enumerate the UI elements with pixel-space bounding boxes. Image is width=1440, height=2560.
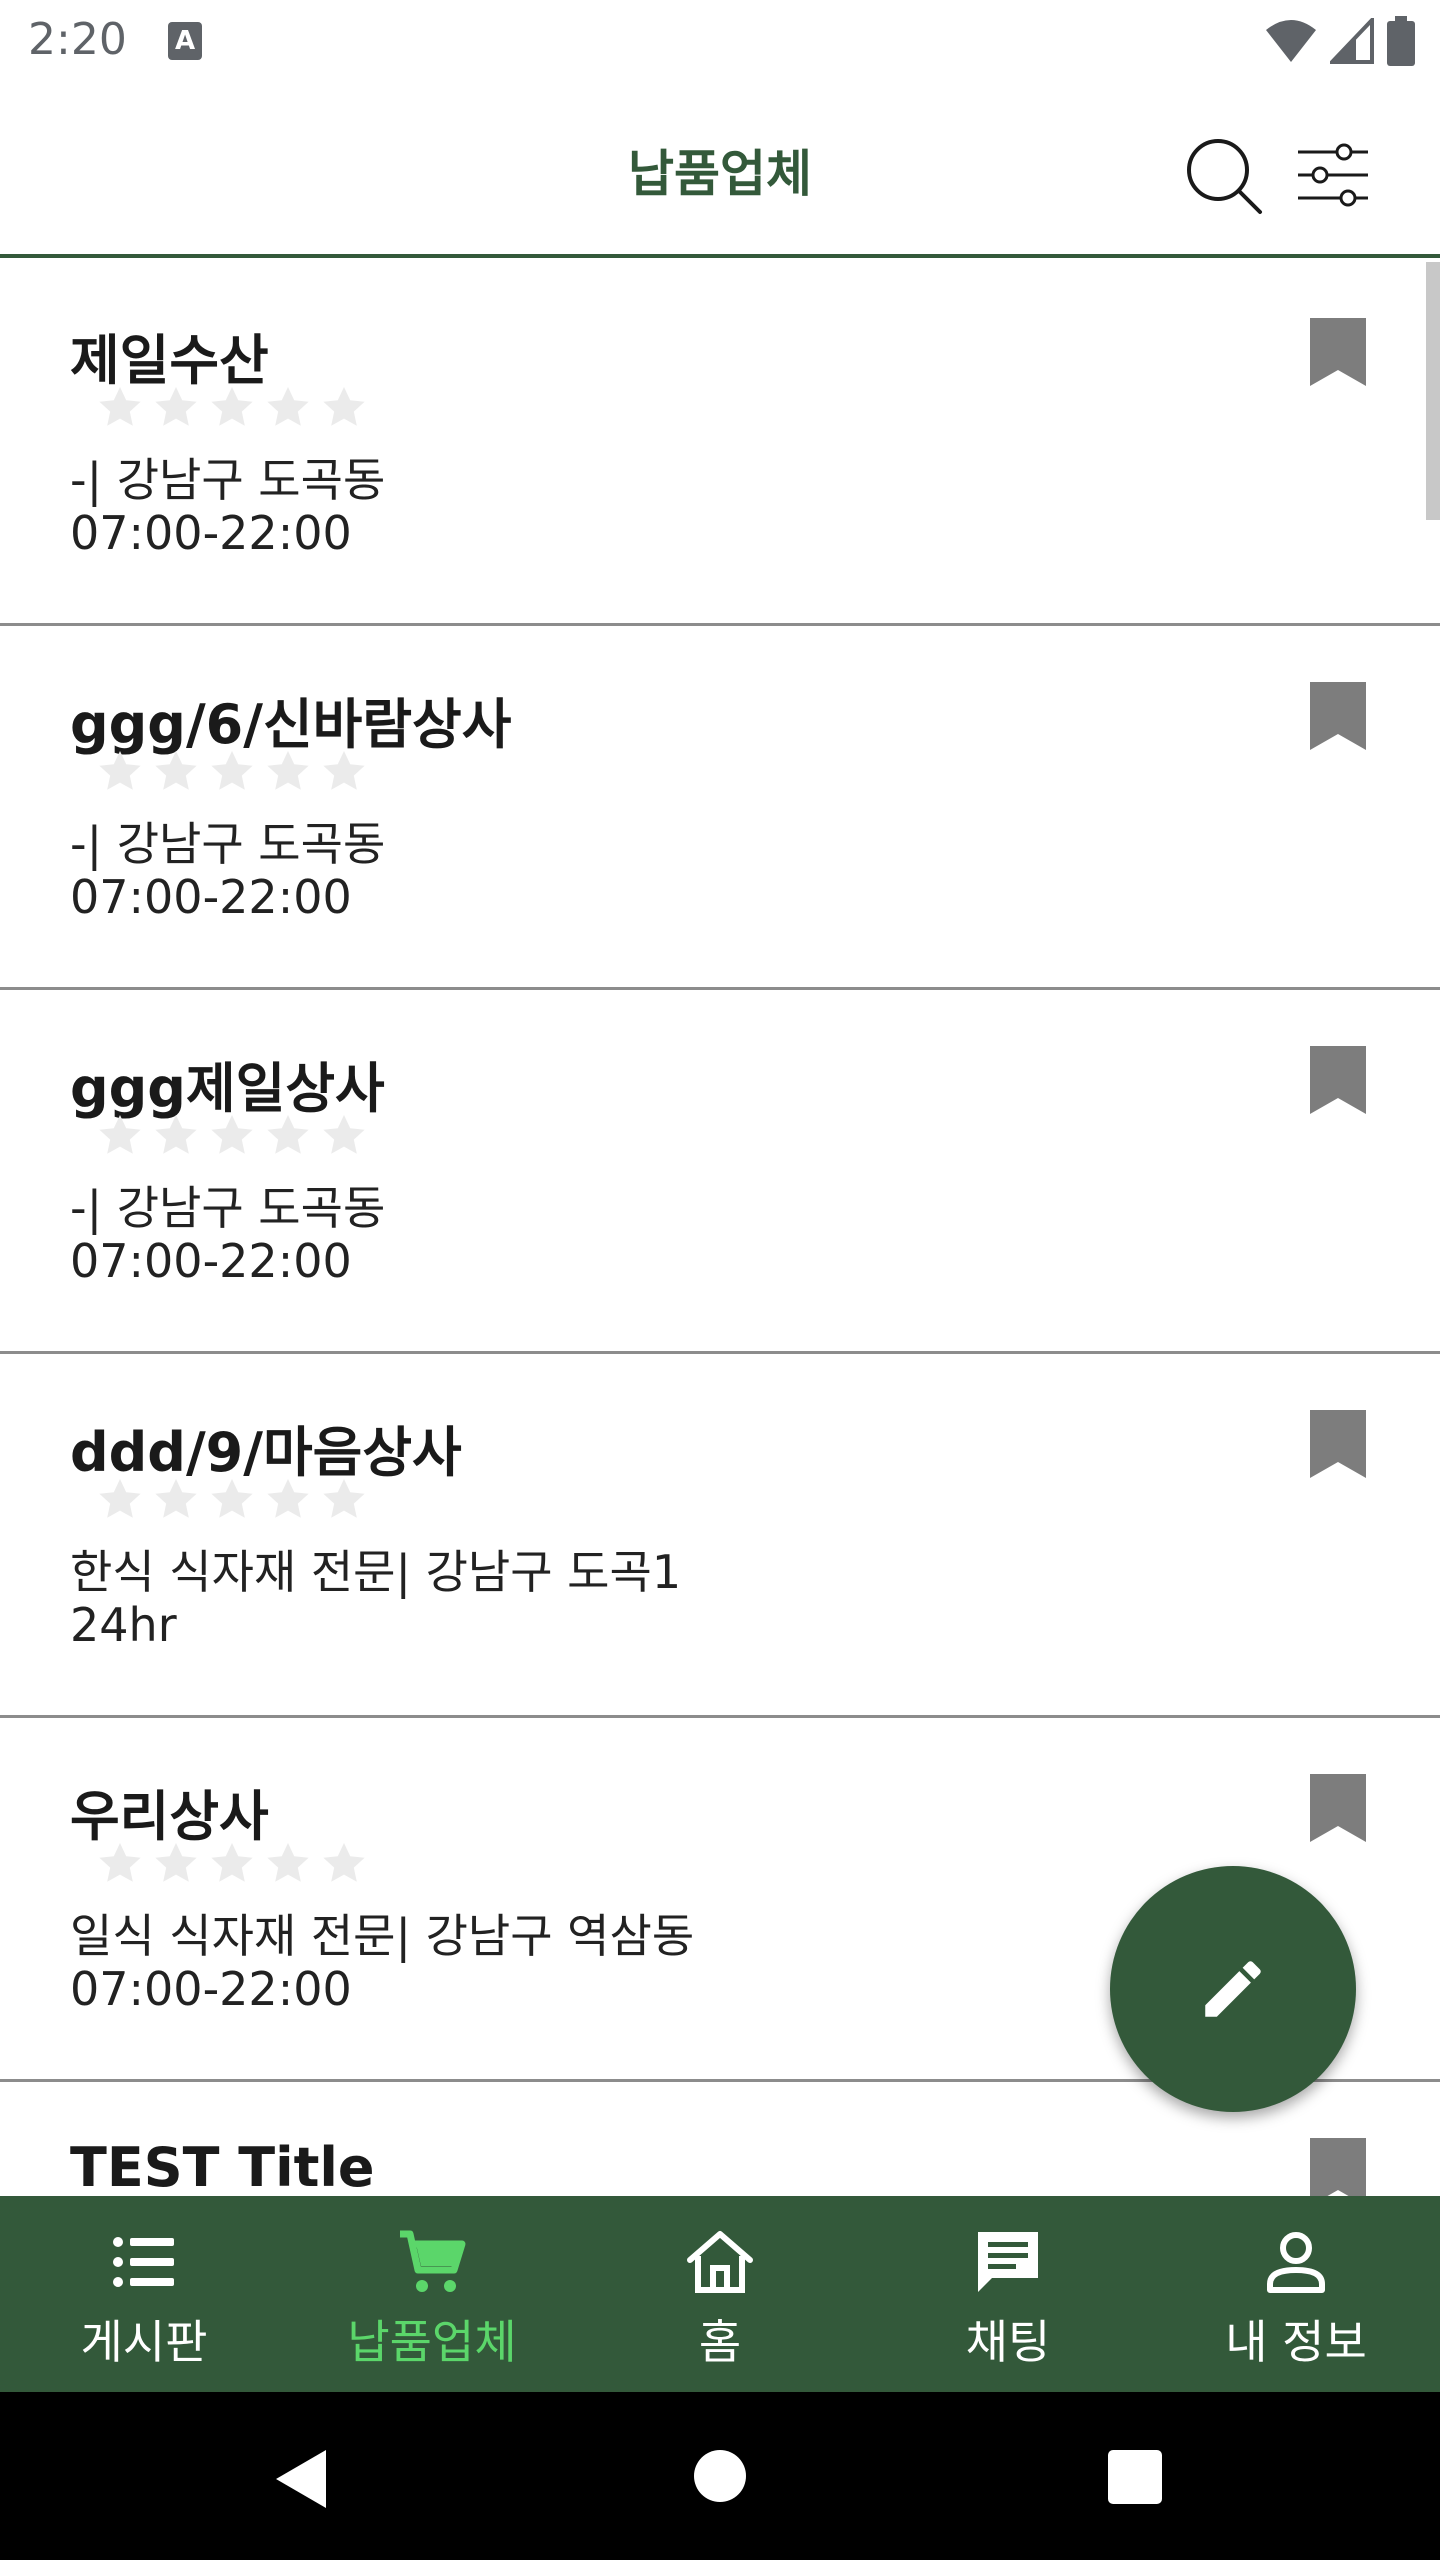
vendor-item[interactable]: ggg제일상사 -| 강남구 도곡동 07:00-22:00 — [0, 990, 1440, 1354]
vendor-category-location: -| 강남구 도곡동 — [70, 1181, 386, 1235]
star-icon[interactable] — [320, 1476, 368, 1524]
cart-icon — [400, 2230, 466, 2292]
bookmark-icon[interactable] — [1310, 2138, 1366, 2196]
person-icon — [1267, 2232, 1325, 2293]
star-icon[interactable] — [320, 1840, 368, 1888]
home-button-icon[interactable] — [694, 2450, 746, 2502]
vendor-item[interactable]: ddd/9/마음상사 한식 식자재 전문| 강남구 도곡1 24hr — [0, 1354, 1440, 1718]
nav-label: 납품업체 — [347, 2315, 517, 2369]
vendor-item[interactable]: ggg/6/신바람상사 -| 강남구 도곡동 07:00-22:00 — [0, 626, 1440, 990]
star-icon[interactable] — [320, 1112, 368, 1160]
vendor-hours: 07:00-22:00 — [70, 1962, 352, 2016]
rating-stars[interactable] — [96, 1476, 368, 1524]
system-navigation-bar — [0, 2392, 1440, 2560]
star-icon[interactable] — [264, 1476, 312, 1524]
vendor-hours: 07:00-22:00 — [70, 1234, 352, 1288]
nav-item-vendors[interactable]: 납품업체 — [288, 2196, 576, 2392]
star-icon[interactable] — [208, 384, 256, 432]
nav-label: 홈 — [698, 2315, 742, 2369]
star-icon[interactable] — [208, 748, 256, 796]
star-icon[interactable] — [264, 1840, 312, 1888]
star-icon[interactable] — [208, 1476, 256, 1524]
rating-stars[interactable] — [96, 1840, 368, 1888]
star-icon[interactable] — [320, 748, 368, 796]
star-icon[interactable] — [152, 748, 200, 796]
vendor-item[interactable]: 제일수산 -| 강남구 도곡동 07:00-22:00 — [0, 262, 1440, 626]
list-icon — [113, 2237, 174, 2287]
back-icon[interactable] — [274, 2448, 330, 2510]
recent-apps-icon[interactable] — [1108, 2450, 1162, 2504]
status-time: 2:20 — [28, 14, 127, 65]
home-icon — [687, 2231, 753, 2293]
nav-item-board[interactable]: 게시판 — [0, 2196, 288, 2392]
signal-icon — [1330, 18, 1374, 64]
notification-icon: A — [168, 22, 202, 60]
bookmark-icon[interactable] — [1310, 682, 1366, 750]
bookmark-icon[interactable] — [1310, 318, 1366, 386]
star-icon[interactable] — [152, 1840, 200, 1888]
vendor-category-location: -| 강남구 도곡동 — [70, 453, 386, 507]
star-icon[interactable] — [152, 384, 200, 432]
pencil-icon — [1205, 1961, 1261, 2017]
star-icon[interactable] — [320, 384, 368, 432]
nav-label: 게시판 — [80, 2315, 208, 2369]
bookmark-icon[interactable] — [1310, 1774, 1366, 1842]
nav-label: 내 정보 — [1225, 2315, 1367, 2369]
star-icon[interactable] — [96, 748, 144, 796]
vendor-name: TEST Title — [70, 2136, 375, 2196]
star-icon[interactable] — [96, 1476, 144, 1524]
battery-icon — [1387, 16, 1415, 66]
write-post-button[interactable] — [1110, 1866, 1356, 2112]
star-icon[interactable] — [152, 1112, 200, 1160]
star-icon[interactable] — [264, 384, 312, 432]
vendor-category-location: 한식 식자재 전문| 강남구 도곡1 — [70, 1545, 682, 1599]
star-icon[interactable] — [264, 1112, 312, 1160]
vendor-category-location: 일식 식자재 전문| 강남구 역삼동 — [70, 1909, 695, 1963]
filter-sliders-icon[interactable] — [1296, 142, 1370, 208]
star-icon[interactable] — [152, 1476, 200, 1524]
vendor-hours: 24hr — [70, 1598, 177, 1652]
nav-item-home[interactable]: 홈 — [576, 2196, 864, 2392]
vendor-hours: 07:00-22:00 — [70, 870, 352, 924]
rating-stars[interactable] — [96, 384, 368, 432]
rating-stars[interactable] — [96, 748, 368, 796]
chat-icon — [978, 2232, 1038, 2292]
bookmark-icon[interactable] — [1310, 1046, 1366, 1114]
star-icon[interactable] — [96, 1840, 144, 1888]
nav-item-chat[interactable]: 채팅 — [864, 2196, 1152, 2392]
vendor-hours: 07:00-22:00 — [70, 506, 352, 560]
rating-stars[interactable] — [96, 1112, 368, 1160]
star-icon[interactable] — [264, 748, 312, 796]
scrollbar[interactable] — [1426, 262, 1440, 520]
status-bar: 2:20 A — [0, 0, 1440, 84]
nav-item-profile[interactable]: 내 정보 — [1152, 2196, 1440, 2392]
star-icon[interactable] — [96, 1112, 144, 1160]
bottom-navigation: 게시판 납품업체 홈 채팅 내 정보 — [0, 2196, 1440, 2392]
star-icon[interactable] — [96, 384, 144, 432]
bookmark-icon[interactable] — [1310, 1410, 1366, 1478]
status-icons — [1264, 16, 1416, 66]
star-icon[interactable] — [208, 1112, 256, 1160]
nav-label: 채팅 — [965, 2315, 1051, 2369]
star-icon[interactable] — [208, 1840, 256, 1888]
vendor-category-location: -| 강남구 도곡동 — [70, 817, 386, 871]
search-icon[interactable] — [1184, 136, 1264, 216]
wifi-icon — [1266, 20, 1316, 62]
app-bar: 납품업체 — [0, 84, 1440, 258]
